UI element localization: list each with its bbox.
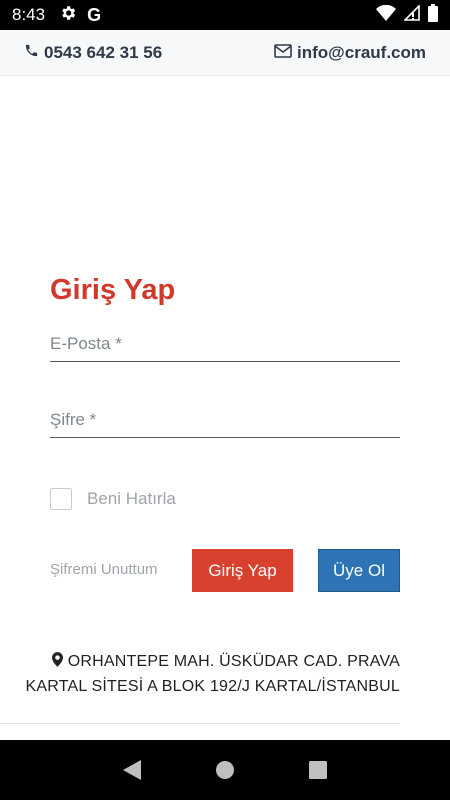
address-line-2: KARTAL SİTESİ A BLOK 192/J KARTAL/İSTANB… — [25, 678, 400, 695]
recents-icon[interactable] — [298, 750, 338, 790]
phone-contact[interactable]: 0543 642 31 56 — [24, 43, 162, 63]
map-marker-icon — [52, 652, 68, 670]
email-contact[interactable]: info@crauf.com — [274, 43, 426, 63]
navigation-bar — [0, 740, 450, 800]
battery-icon — [428, 3, 438, 27]
status-left-icons: G — [59, 4, 101, 27]
wifi-icon — [376, 4, 396, 26]
email-field-wrapper — [50, 326, 400, 362]
address-line-1-text: ORHANTEPE MAH. ÜSKÜDAR CAD. PRAVA — [67, 653, 400, 670]
email-address: info@crauf.com — [297, 42, 426, 62]
home-icon[interactable] — [205, 750, 245, 790]
status-time: 8:43 — [12, 5, 46, 24]
signal-icon — [403, 3, 420, 26]
email-input[interactable] — [50, 326, 400, 361]
gear-icon — [59, 4, 77, 27]
logo-placeholder — [100, 96, 350, 236]
contact-bar: 0543 642 31 56 info@crauf.com — [0, 30, 450, 76]
password-input[interactable] — [50, 402, 400, 437]
footer-divider — [0, 723, 400, 724]
main-content: Giriş Yap Beni Hatırla Şifremi Unuttum G… — [0, 76, 450, 740]
phone-icon — [24, 43, 39, 63]
register-button[interactable]: Üye Ol — [318, 549, 400, 592]
google-icon: G — [87, 4, 102, 25]
status-right-icons — [376, 3, 438, 27]
remember-checkbox[interactable] — [50, 488, 72, 510]
envelope-icon — [274, 43, 292, 63]
remember-label[interactable]: Beni Hatırla — [87, 489, 176, 509]
login-title: Giriş Yap — [50, 274, 176, 306]
login-button[interactable]: Giriş Yap — [192, 549, 293, 592]
remember-me: Beni Hatırla — [50, 488, 176, 510]
address-block: ORHANTEPE MAH. ÜSKÜDAR CAD. PRAVA KARTAL… — [0, 649, 400, 699]
phone-number: 0543 642 31 56 — [44, 42, 163, 62]
address-line-1: ORHANTEPE MAH. ÜSKÜDAR CAD. PRAVA — [0, 649, 400, 674]
back-icon[interactable] — [112, 750, 152, 790]
password-field-wrapper — [50, 402, 400, 438]
forgot-password-link[interactable]: Şifremi Unuttum — [50, 561, 158, 578]
status-bar: 8:43 G — [0, 0, 450, 30]
